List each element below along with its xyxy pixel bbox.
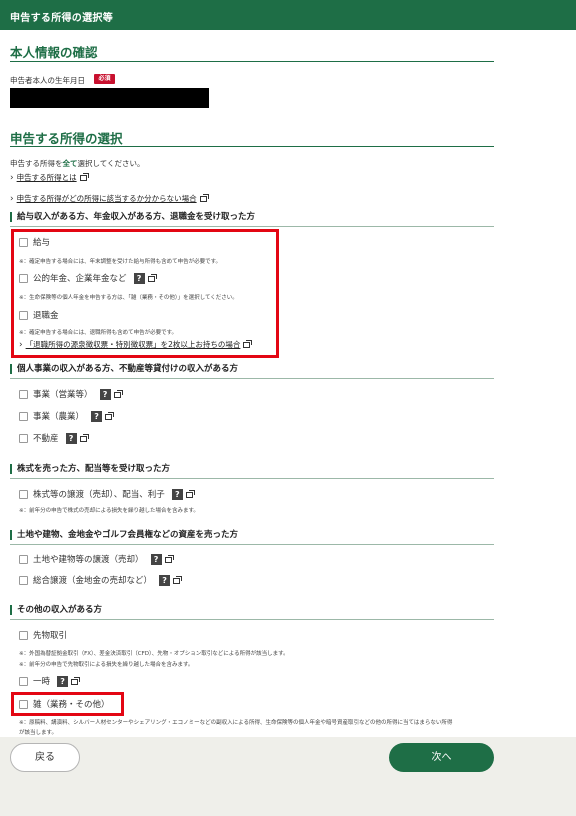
checkbox-icon[interactable] (19, 677, 28, 686)
external-window-icon (113, 389, 123, 398)
chevron-right-icon: › (10, 173, 14, 183)
help-icon[interactable]: ? (133, 273, 145, 284)
category-rule (10, 478, 494, 479)
external-window-icon (185, 489, 195, 498)
chevron-right-icon: › (10, 194, 14, 204)
help-icon[interactable]: ? (159, 575, 171, 586)
link-what-is-income[interactable]: › 申告する所得とは (10, 172, 89, 183)
page-title: 申告する所得の選択等 (10, 13, 113, 24)
category-rule (10, 378, 494, 379)
note-futures-2: ※：前年分の申告で先物取引による損失を繰り越した場合を含みます。 (19, 662, 194, 668)
chevron-right-icon: › (19, 340, 23, 350)
checkbox-icon[interactable] (19, 490, 28, 499)
checkbox-icon[interactable] (19, 576, 28, 585)
next-button[interactable]: 次へ (389, 743, 494, 772)
personal-info-rule (10, 61, 494, 62)
checkbox-icon[interactable] (19, 555, 28, 564)
header-bar: 申告する所得の選択等 (0, 0, 576, 30)
checkbox-icon[interactable] (19, 390, 28, 399)
help-icon[interactable]: ? (57, 676, 69, 687)
back-button[interactable]: 戻る (10, 743, 80, 772)
checkbox-icon[interactable] (19, 238, 28, 247)
link-multiple-retirement-slips[interactable]: › 「退職所得の源泉徴収票・特別徴収票」を2枚以上お持ちの場合 (19, 339, 253, 350)
external-window-icon (173, 575, 183, 584)
category-rule (10, 619, 494, 620)
external-window-icon (199, 194, 209, 202)
checkbox-icon[interactable] (19, 434, 28, 443)
checkbox-pension[interactable]: 公的年金、企業年金など? (19, 272, 157, 284)
checkbox-icon[interactable] (19, 274, 28, 283)
help-icon[interactable]: ? (99, 389, 111, 400)
required-badge: 必須 (94, 74, 115, 84)
checkbox-icon[interactable] (19, 631, 28, 640)
checkbox-icon[interactable] (19, 311, 28, 320)
checkbox-futures[interactable]: 先物取引 (19, 629, 67, 641)
category-assets-title: 土地や建物、金地金やゴルフ会員権などの資産を売った方 (10, 530, 238, 540)
category-salary-title: 給与収入がある方、年金収入がある方、退職金を受け取った方 (10, 212, 255, 222)
note-salary: ※：確定申告する場合には、年末調整を受けた給与所得も含めて申告が必要です。 (19, 259, 222, 265)
external-window-icon (71, 676, 81, 685)
checkbox-real-estate[interactable]: 不動産? (19, 432, 89, 444)
help-icon[interactable]: ? (171, 489, 183, 500)
checkbox-misc[interactable]: 雑（業務・その他） (19, 698, 110, 710)
checkbox-land-building[interactable]: 土地や建物等の譲渡（売却）? (19, 553, 174, 565)
note-misc-1: ※：原稿料、講演料、シルバー人材センターやシェアリング・エコノミーなどの副収入に… (19, 720, 453, 726)
external-window-icon (105, 411, 115, 420)
external-window-icon (79, 173, 89, 181)
checkbox-temporary[interactable]: 一時? (19, 675, 81, 687)
checkbox-business-sales[interactable]: 事業（営業等）? (19, 388, 123, 400)
note-futures-1: ※：外国為替証拠金取引（FX）、差金決済取引（CFD）、先物・オプション取引など… (19, 651, 289, 657)
income-selection-rule (10, 146, 494, 147)
external-window-icon (243, 340, 253, 348)
help-icon[interactable]: ? (91, 411, 103, 422)
external-window-icon (79, 433, 89, 442)
redacted-dob (10, 88, 209, 108)
checkbox-business-agriculture[interactable]: 事業（農業）? (19, 410, 115, 422)
note-pension: ※：生命保険等の個人年金を申告する方は、「雑（業務・その他）」を選択してください… (19, 295, 238, 301)
category-business-title: 個人事業の収入がある方、不動産等貸付けの収入がある方 (10, 364, 238, 374)
note-misc-2: が該当します。 (19, 730, 57, 736)
income-selection-heading: 申告する所得の選択 (10, 131, 123, 146)
note-stocks: ※：前年分の申告で株式の売却による損失を繰り越した場合を含みます。 (19, 508, 199, 514)
personal-info-heading: 本人情報の確認 (10, 45, 98, 60)
help-icon[interactable]: ? (65, 433, 77, 444)
checkbox-icon[interactable] (19, 412, 28, 421)
checkbox-stocks[interactable]: 株式等の譲渡（売却）、配当、利子? (19, 488, 195, 500)
external-window-icon (164, 554, 174, 563)
dob-label: 申告者本人の生年月日 (10, 76, 85, 85)
category-stocks-title: 株式を売った方、配当等を受け取った方 (10, 464, 170, 474)
category-rule (10, 226, 494, 227)
checkbox-salary[interactable]: 給与 (19, 236, 50, 248)
instruction-text: 申告する所得を全て選択してください。 (10, 159, 145, 168)
checkbox-icon[interactable] (19, 700, 28, 709)
checkbox-general-transfer[interactable]: 総合譲渡（金地金の売却など）? (19, 574, 183, 586)
external-window-icon (147, 273, 157, 282)
category-other-title: その他の収入がある方 (10, 605, 102, 615)
help-icon[interactable]: ? (150, 554, 162, 565)
category-rule (10, 544, 494, 545)
note-retirement: ※：確定申告する場合には、退職所得も含めて申告が必要です。 (19, 330, 178, 336)
link-unknown-income-type[interactable]: › 申告する所得がどの所得に該当するか分からない場合 (10, 193, 209, 204)
checkbox-retirement[interactable]: 退職金 (19, 309, 59, 321)
